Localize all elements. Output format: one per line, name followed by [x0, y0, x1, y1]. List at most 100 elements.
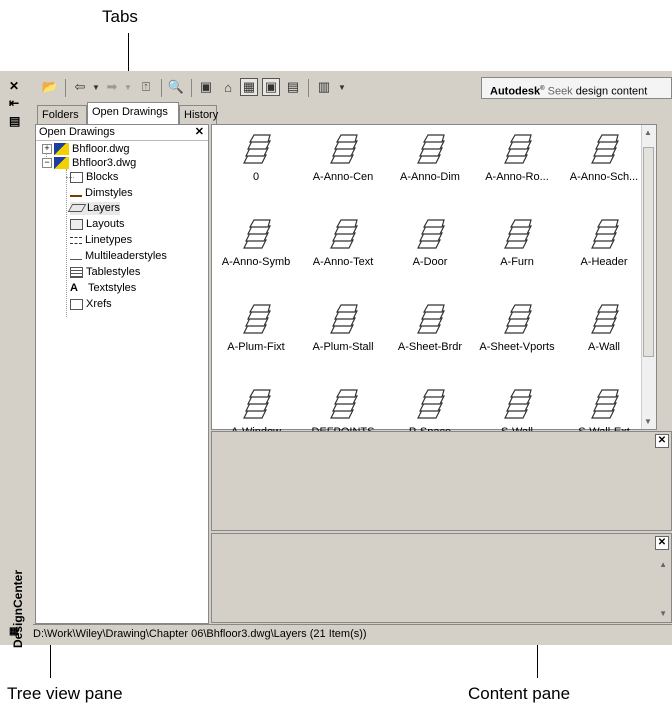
layer-name: A-Furn — [500, 256, 534, 268]
tree-item-xrefs[interactable]: Xrefs — [70, 298, 112, 311]
layer-name: A-Anno-Sch... — [569, 171, 639, 183]
tree-item-layers[interactable]: Layers — [67, 202, 121, 215]
home-icon[interactable]: ⌂ — [219, 78, 237, 96]
seek-label: Seek — [547, 85, 573, 98]
layer-item[interactable]: A-Plum-Stall — [303, 303, 383, 353]
tab-history[interactable]: History — [179, 105, 218, 124]
expand-icon[interactable]: + — [42, 144, 52, 154]
seek-brand: Autodesk — [490, 85, 541, 98]
layer-name: A-Anno-Cen — [312, 171, 374, 183]
callout-content-pane: Content pane — [468, 684, 571, 703]
scroll-down-icon[interactable]: ▼ — [659, 609, 667, 618]
tree-item-multileaderstyles[interactable]: Multileaderstyles — [70, 250, 167, 263]
preview-icon[interactable]: ▣ — [262, 78, 280, 96]
layer-icon — [243, 304, 271, 334]
tab-open-drawings[interactable]: Open Drawings — [87, 102, 179, 124]
linetypes-icon — [70, 236, 82, 244]
layer-name: 0 — [252, 171, 260, 183]
tree-node-drawing[interactable]: Bhfloor.dwg — [54, 143, 129, 156]
layer-item[interactable]: A-Anno-Symb — [216, 218, 296, 268]
auto-hide-icon[interactable]: ⇤ — [9, 96, 19, 110]
tree-view-pane[interactable]: Open Drawings ✕ + Bhfloor.dwg − Bhfloor3… — [35, 124, 209, 624]
tab-folders[interactable]: Folders — [37, 105, 87, 124]
callout-tabs: Tabs — [102, 7, 138, 26]
content-pane[interactable]: 0 A-Anno-Cen A-Anno-Dim A-Anno-Ro... A-Anno-… — [211, 124, 657, 438]
layer-icon — [591, 389, 619, 419]
favorites-icon[interactable]: ▣ — [197, 78, 215, 96]
content-scrollbar[interactable]: ▲ ▼ — [641, 125, 656, 429]
tree-item-textstyles[interactable]: A Textstyles — [70, 282, 136, 295]
layer-name: A-Anno-Ro... — [485, 171, 549, 183]
layer-item[interactable]: A-Anno-Cen — [303, 133, 383, 183]
seek-suffix: design content — [575, 85, 648, 98]
palette-grip-icon[interactable]: ▦ — [9, 626, 18, 637]
views-icon[interactable]: ▥ — [315, 78, 333, 96]
layer-name: A-Sheet-Brdr — [397, 341, 463, 353]
layer-item[interactable]: A-Anno-Dim — [390, 133, 470, 183]
layer-item[interactable]: A-Anno-Ro... — [477, 133, 557, 183]
tree-item-blocks[interactable]: Blocks — [66, 171, 118, 184]
scroll-up-icon[interactable]: ▲ — [659, 560, 667, 569]
tree-header-label: Open Drawings — [39, 126, 115, 138]
layer-item[interactable]: A-Anno-Sch... — [564, 133, 644, 183]
scrollbar-thumb[interactable] — [643, 147, 654, 357]
layer-icon — [417, 389, 445, 419]
xrefs-icon — [70, 298, 83, 310]
layer-icon — [504, 134, 532, 164]
layer-name: A-Plum-Fixt — [227, 341, 285, 353]
forward-dropdown-icon[interactable]: ▼ — [119, 78, 137, 96]
properties-icon[interactable]: ▤ — [9, 114, 20, 128]
layer-item[interactable]: A-Wall — [564, 303, 644, 353]
layer-item[interactable]: A-Furn — [477, 218, 557, 268]
layer-item[interactable]: A-Sheet-Vports — [477, 303, 557, 353]
search-icon[interactable]: 🔍 — [167, 78, 185, 96]
scroll-up-icon[interactable]: ▲ — [644, 128, 652, 137]
close-icon[interactable]: ✕ — [195, 125, 204, 140]
seek-design-content-button[interactable]: Autodesk® Seek design content — [481, 77, 672, 99]
toolbar-separator — [161, 79, 162, 97]
layer-icon — [330, 219, 358, 249]
tree-item-dimstyles[interactable]: Dimstyles — [70, 187, 133, 200]
layer-item[interactable]: A-Anno-Text — [303, 218, 383, 268]
close-icon[interactable]: ✕ — [655, 536, 669, 550]
layer-item[interactable]: 0 — [216, 133, 296, 183]
up-icon[interactable]: ⍐ — [137, 78, 155, 96]
drawing-icon — [54, 143, 69, 156]
layer-name: A-Door — [412, 256, 448, 268]
status-bar: D:\Work\Wiley\Drawing\Chapter 06\Bhfloor… — [33, 624, 672, 643]
collapse-icon[interactable]: − — [42, 158, 52, 168]
layer-item[interactable]: A-Header — [564, 218, 644, 268]
textstyles-icon: A — [70, 282, 78, 295]
layer-item[interactable]: A-Door — [390, 218, 470, 268]
layer-item[interactable]: A-Plum-Fixt — [216, 303, 296, 353]
toolbar: 📂 ⇦ ▼ ➡ ▼ ⍐ 🔍 ▣ ⌂ ▦ ▣ ▤ ▥ ▼ Autodesk® Se… — [33, 75, 672, 101]
designcenter-window: 📂 ⇦ ▼ ➡ ▼ ⍐ 🔍 ▣ ⌂ ▦ ▣ ▤ ▥ ▼ Autodesk® Se… — [33, 71, 672, 645]
layer-item[interactable]: A-Sheet-Brdr — [390, 303, 470, 353]
callout-tree-view-pane: Tree view pane — [7, 684, 123, 703]
layer-icon — [591, 134, 619, 164]
layer-name: A-Sheet-Vports — [479, 341, 555, 353]
layers-icon — [67, 204, 87, 213]
multileaderstyles-icon — [70, 253, 82, 260]
tree-item-linetypes[interactable]: Linetypes — [70, 234, 132, 247]
status-path: D:\Work\Wiley\Drawing\Chapter 06\Bhfloor… — [33, 628, 367, 640]
drawing-icon — [54, 157, 69, 170]
description-icon[interactable]: ▤ — [284, 78, 302, 96]
load-icon[interactable]: 📂 — [41, 78, 59, 96]
tree-toggle-icon[interactable]: ▦ — [240, 78, 258, 96]
layer-icon — [591, 304, 619, 334]
tree-header: Open Drawings ✕ — [36, 125, 208, 141]
tree-item-tablestyles[interactable]: Tablestyles — [70, 266, 140, 279]
layer-icon — [243, 134, 271, 164]
tree-line — [66, 169, 67, 317]
close-icon[interactable]: ✕ — [655, 434, 669, 448]
layer-name: A-Plum-Stall — [312, 341, 374, 353]
layer-name: A-Wall — [588, 341, 620, 353]
views-dropdown-icon[interactable]: ▼ — [333, 78, 351, 96]
scroll-down-icon[interactable]: ▼ — [644, 417, 652, 426]
layouts-icon — [70, 218, 83, 230]
tree-node-drawing[interactable]: Bhfloor3.dwg — [54, 157, 136, 170]
close-icon[interactable]: ✕ — [9, 79, 19, 93]
tree-item-layouts[interactable]: Layouts — [70, 218, 125, 231]
layer-icon — [417, 219, 445, 249]
